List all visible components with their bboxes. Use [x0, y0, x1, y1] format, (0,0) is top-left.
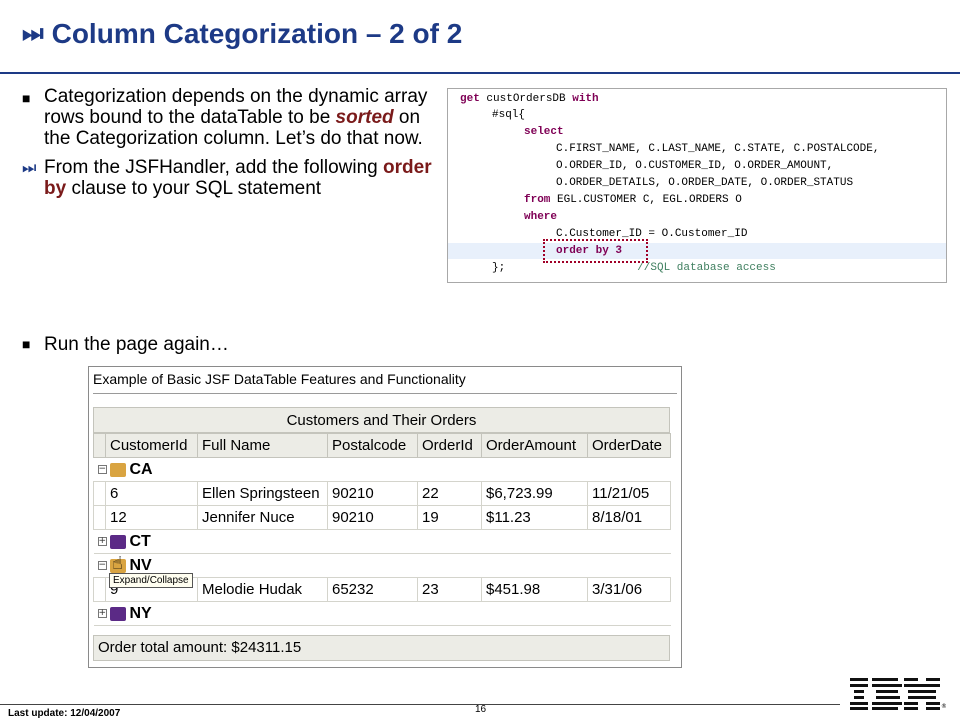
emphasis-sorted: sorted	[335, 107, 394, 128]
datatable-screenshot: Example of Basic JSF DataTable Features …	[88, 366, 682, 668]
code-line: C.FIRST_NAME, C.LAST_NAME, C.STATE, C.PO…	[556, 143, 880, 155]
column-header[interactable]: OrderId	[417, 433, 482, 458]
group-row-ca: − CA	[93, 457, 671, 482]
hand-cursor-icon: ☝	[112, 553, 123, 574]
collapse-toggle-icon[interactable]: −	[97, 465, 107, 474]
table-row: 12 Jennifer Nuce 90210 19 $11.23 8/18/01	[93, 505, 671, 530]
page-number: 16	[475, 704, 487, 715]
order-by-callout-box	[543, 239, 648, 263]
bullet-item: ⏭ From the JSFHandler, add the following…	[22, 157, 442, 199]
bullet-list: ■ Categorization depends on the dynamic …	[22, 86, 442, 207]
column-header[interactable]: Full Name	[197, 433, 328, 458]
order-total: Order total amount: $24311.15	[93, 635, 670, 661]
header-row: CustomerId Full Name Postalcode OrderId …	[93, 433, 671, 458]
ibm-logo: ®	[850, 678, 946, 710]
column-header[interactable]: OrderAmount	[481, 433, 588, 458]
code-line: O.ORDER_DETAILS, O.ORDER_DATE, O.ORDER_S…	[556, 177, 854, 189]
bullet-icon: ■	[22, 90, 31, 106]
expand-toggle-icon[interactable]: +	[97, 537, 107, 546]
svg-text:®: ®	[941, 703, 946, 710]
open-book-icon	[109, 462, 126, 477]
bullet-item: ■ Run the page again…	[22, 334, 229, 356]
group-label: NY	[129, 604, 152, 622]
slide-title-text: Column Categorization – 2 of 2	[51, 18, 463, 49]
step-icon: ⏭	[22, 20, 44, 47]
table-caption: Customers and Their Orders	[93, 407, 670, 433]
slide-title: ⏭ Column Categorization – 2 of 2	[22, 18, 462, 50]
code-line: C.Customer_ID = O.Customer_ID	[556, 228, 748, 240]
code-line: from EGL.CUSTOMER C, EGL.ORDERS O	[524, 194, 742, 206]
code-line: };//SQL database access	[492, 262, 776, 274]
expand-toggle-icon[interactable]: +	[97, 609, 107, 618]
group-row-ct: + CT	[93, 529, 671, 554]
closed-book-icon	[109, 606, 126, 621]
column-header[interactable]: OrderDate	[587, 433, 671, 458]
page-heading: Example of Basic JSF DataTable Features …	[93, 371, 466, 387]
column-header[interactable]: CustomerId	[105, 433, 198, 458]
group-label: CA	[129, 460, 153, 478]
table-row: 6 Ellen Springsteen 90210 22 $6,723.99 1…	[93, 481, 671, 506]
data-table: CustomerId Full Name Postalcode OrderId …	[93, 433, 671, 626]
last-update: Last update: 12/04/2007	[8, 708, 121, 719]
code-line: where	[524, 211, 558, 223]
step-icon: ⏭	[22, 160, 37, 177]
group-row-ny: + NY	[93, 601, 671, 626]
code-line: get custOrdersDB with	[460, 93, 599, 105]
bullet-text: From the JSFHandler, add the following o…	[44, 157, 432, 199]
bullet-icon: ■	[22, 336, 31, 352]
closed-book-icon	[109, 534, 126, 549]
column-header[interactable]: Postalcode	[327, 433, 418, 458]
title-divider	[0, 72, 960, 74]
footer-divider	[0, 704, 840, 705]
collapse-toggle-icon[interactable]: −	[97, 561, 107, 570]
bullet-text: Categorization depends on the dynamic ar…	[44, 86, 428, 149]
code-panel: get custOrdersDB with #sql{ select C.FIR…	[447, 88, 947, 283]
group-label: NV	[129, 556, 152, 574]
bullet-item: ■ Categorization depends on the dynamic …	[22, 86, 442, 149]
code-line: select	[524, 126, 564, 138]
code-line-highlight: order by 3	[448, 243, 946, 259]
code-line: #sql{	[492, 109, 526, 121]
heading-divider	[93, 393, 677, 394]
tooltip: Expand/Collapse	[109, 573, 193, 588]
code-line: O.ORDER_ID, O.CUSTOMER_ID, O.ORDER_AMOUN…	[556, 160, 834, 172]
group-label: CT	[129, 532, 151, 550]
bullet-text: Run the page again…	[44, 334, 229, 355]
